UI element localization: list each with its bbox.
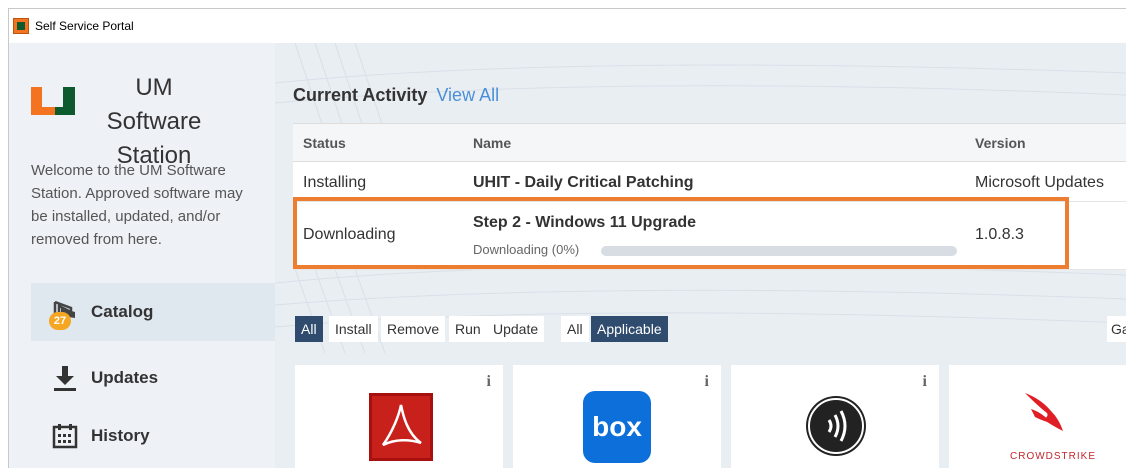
title-bar: Self Service Portal <box>9 9 1126 43</box>
table-row[interactable]: Installing UHIT - Daily Critical Patchin… <box>293 162 1126 202</box>
window-title: Self Service Portal <box>35 19 134 33</box>
catalog-count-badge: 27 <box>49 312 71 330</box>
highlight-box <box>293 197 1069 269</box>
row-version: Microsoft Updates <box>975 174 1104 191</box>
app-tile-crowdstrike[interactable]: CROWDSTRIKE <box>949 365 1126 468</box>
table-header: Status Name Version <box>293 124 1126 162</box>
download-icon <box>51 364 79 392</box>
column-name: Name <box>473 135 512 151</box>
info-icon[interactable]: i <box>487 373 491 391</box>
scope-all-button[interactable]: All <box>561 316 589 342</box>
sidebar-item-label: History <box>91 426 150 445</box>
filter-install-button[interactable]: Install <box>329 316 378 342</box>
um-logo-icon <box>31 87 75 115</box>
brand-title: UM Software Station <box>106 74 202 169</box>
welcome-text: Welcome to the UM Software Station. Appr… <box>31 162 243 248</box>
crowdstrike-label: CROWDSTRIKE <box>1010 451 1096 462</box>
nfc-icon <box>806 396 866 456</box>
filter-remove-button[interactable]: Remove <box>381 316 446 342</box>
sidebar-item-updates[interactable]: Updates <box>31 349 275 407</box>
sidebar: UM Software Station Welcome to the UM So… <box>9 43 275 468</box>
column-status: Status <box>303 135 346 151</box>
view-all-link[interactable]: View All <box>436 85 499 105</box>
sidebar-item-label: Catalog <box>91 302 154 321</box>
app-tile-box[interactable]: i box <box>513 365 721 468</box>
adobe-acrobat-icon <box>369 393 433 461</box>
box-icon: box <box>583 391 651 463</box>
row-name: UHIT - Daily Critical Patching <box>473 174 694 191</box>
app-window: Self Service Portal UM Software Station … <box>8 8 1126 468</box>
gallery-view-button[interactable]: Ga <box>1107 316 1126 342</box>
row-status: Installing <box>303 174 367 191</box>
filter-update-button[interactable]: Update <box>487 316 545 342</box>
filter-run-button[interactable]: Run <box>449 316 487 342</box>
column-version: Version <box>975 135 1026 151</box>
sidebar-item-catalog[interactable]: 27 Catalog <box>31 283 275 341</box>
app-tile-nfc[interactable]: i <box>731 365 939 468</box>
sidebar-item-history[interactable]: History <box>31 407 275 465</box>
sidebar-item-label: Updates <box>91 368 159 387</box>
activity-heading: Current Activity View All <box>293 85 499 106</box>
app-icon <box>13 18 29 34</box>
scope-applicable-button[interactable]: Applicable <box>591 316 668 342</box>
catalog-icon: 27 <box>49 298 79 330</box>
calendar-icon <box>51 422 79 450</box>
app-tile-adobe[interactable]: i <box>295 365 503 468</box>
info-icon[interactable]: i <box>705 373 709 391</box>
filter-all-button[interactable]: All <box>295 316 323 342</box>
info-icon[interactable]: i <box>923 373 927 391</box>
crowdstrike-icon <box>1025 393 1063 431</box>
activity-title: Current Activity <box>293 85 428 105</box>
